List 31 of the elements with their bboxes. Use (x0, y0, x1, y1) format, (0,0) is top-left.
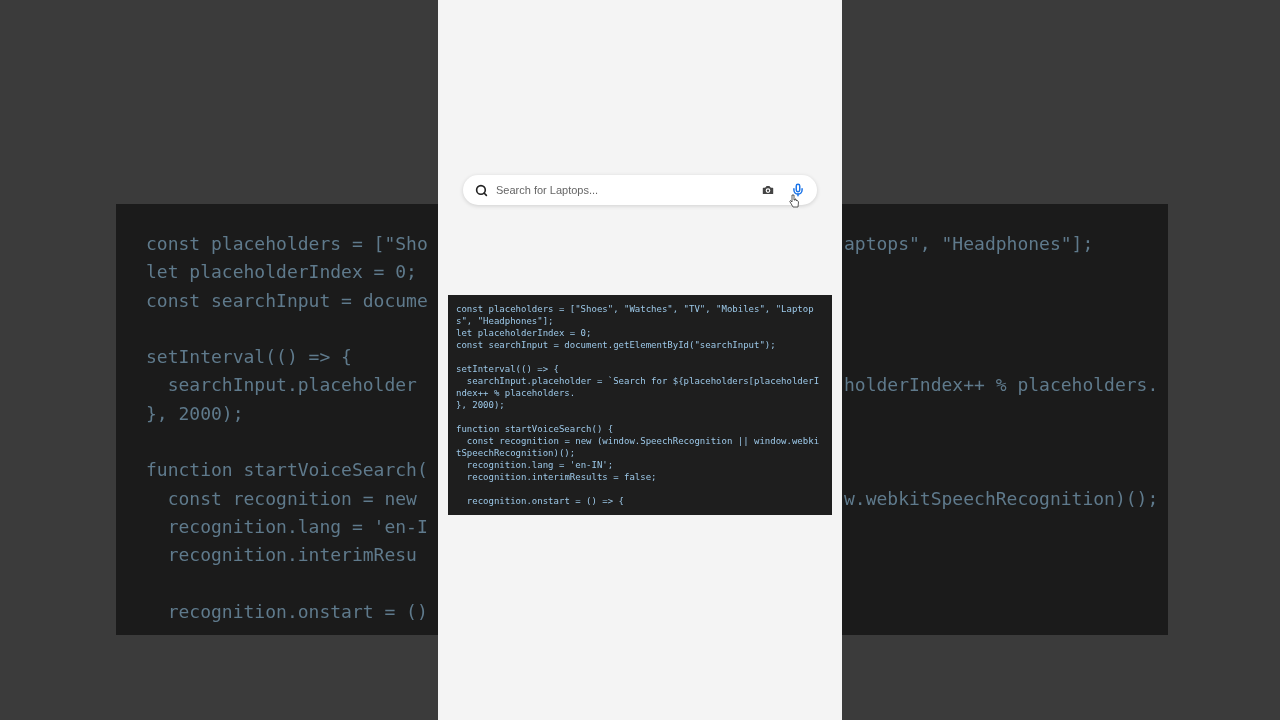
search-field[interactable]: Search for Laptops... (496, 181, 753, 199)
code-line: aptops", "Headphones"]; (844, 233, 1094, 254)
code-line: const recognition = new (window.SpeechRecognition || window.webkitSpeechRecognition)(); (456, 436, 820, 458)
code-line: let placeholderIndex = 0; (146, 261, 417, 283)
search-icon (475, 183, 488, 197)
code-line: recognition.onstart = () => { (465, 496, 624, 506)
code-line: recognition.onstart = () (166, 600, 428, 622)
hand-cursor-icon (789, 194, 799, 208)
code-line: let placeholderIndex = 0; (456, 328, 592, 338)
code-line: const searchInput = docume (146, 289, 428, 311)
code-line: recognition.interimResults = false; (465, 472, 657, 482)
camera-icon[interactable] (761, 183, 775, 197)
code-line: }, 2000); (456, 400, 505, 410)
code-line: function startVoiceSearch( (146, 459, 428, 481)
code-line: const placeholders = ["Shoes", "Watches", "TV", "Mobiles", "Laptops", "Headphones"]; (456, 304, 814, 326)
code-line: holderIndex++ % placeholders. (844, 374, 1159, 396)
code-line: const placeholders = ["Sho (146, 233, 428, 254)
code-line: searchInput.placeholder = `Search for ${placeholders[placeholderIndex++ % placeholders. (456, 376, 820, 398)
code-line: const searchInput = document.getElementById("searchInput"); (456, 340, 776, 350)
code-line: w.webkitSpeechRecognition)(); (844, 487, 1159, 509)
code-line: recognition.interimResu (166, 544, 417, 566)
search-bar[interactable]: Search for Laptops... (463, 175, 817, 205)
code-line: recognition.lang = 'en-I (166, 515, 428, 537)
code-line: const recognition = new (166, 487, 417, 509)
code-line: function startVoiceSearch() { (456, 424, 614, 434)
code-line: recognition.lang = 'en-IN'; (465, 460, 614, 470)
microphone-icon[interactable] (791, 182, 805, 198)
code-line: setInterval(() => { (146, 346, 352, 368)
code-line: setInterval(() => { (456, 364, 559, 374)
code-line: searchInput.placeholder (166, 374, 417, 396)
code-line: }, 2000); (146, 402, 244, 424)
